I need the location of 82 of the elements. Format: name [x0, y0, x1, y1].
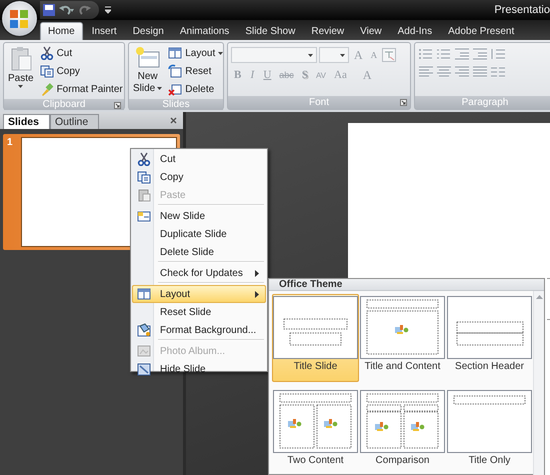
- layout-option[interactable]: Section Header: [446, 294, 533, 382]
- increase-indent-icon[interactable]: [472, 47, 488, 61]
- save-button[interactable]: [43, 4, 55, 16]
- new-slide-button[interactable]: New Slide: [131, 45, 164, 97]
- ribbon-tab[interactable]: Insert: [84, 22, 124, 40]
- submenu-arrow-icon: [255, 290, 259, 298]
- undo-button[interactable]: [59, 4, 75, 16]
- align-right-icon[interactable]: [454, 65, 470, 79]
- group-label: Font: [308, 97, 330, 108]
- scroll-up-icon[interactable]: [536, 295, 542, 299]
- copy-icon: [40, 64, 54, 78]
- menu-item[interactable]: Check for Updates: [132, 264, 266, 282]
- layout-option[interactable]: Title Slide: [272, 294, 359, 382]
- pane-tab[interactable]: Slides: [3, 114, 50, 129]
- ribbon-command[interactable]: Layout: [166, 45, 226, 61]
- columns-icon[interactable]: [490, 65, 506, 79]
- paste-button[interactable]: Paste: [6, 45, 36, 97]
- ribbon-command[interactable]: Reset: [166, 63, 226, 79]
- redo-button[interactable]: [79, 4, 91, 16]
- layout-option[interactable]: Title and Content: [359, 294, 446, 382]
- menu-item[interactable]: Format Background...: [132, 321, 266, 339]
- line-spacing-icon[interactable]: [490, 47, 506, 61]
- group-label: Slides: [161, 99, 191, 110]
- align-left-icon[interactable]: [418, 65, 434, 79]
- ribbon-tab[interactable]: Adobe Present: [441, 22, 522, 40]
- dialog-launcher-icon[interactable]: [114, 102, 121, 109]
- dropdown-icon: [340, 54, 345, 56]
- clipboard-icon: [8, 46, 33, 72]
- ribbon-tab[interactable]: Slide Show: [238, 22, 302, 40]
- ribbon-tab[interactable]: Animations: [172, 22, 236, 40]
- ribbon-command[interactable]: Format Painter: [38, 81, 125, 97]
- redo-icon: [79, 4, 91, 16]
- layout-option[interactable]: Comparison: [359, 388, 446, 475]
- pane-tab[interactable]: Outline: [50, 114, 100, 129]
- caret-icon: [218, 52, 224, 54]
- layout-icon: [168, 46, 182, 60]
- new-slide-icon: [134, 46, 161, 70]
- brush-icon: [40, 82, 54, 96]
- close-icon[interactable]: [170, 117, 177, 124]
- ribbon-tab[interactable]: Design: [126, 22, 171, 40]
- scrollbar[interactable]: [533, 291, 544, 475]
- photo-album-icon: [137, 344, 151, 358]
- ribbon-tab[interactable]: Review: [304, 22, 352, 40]
- customize-menu-button[interactable]: [105, 6, 111, 14]
- window-title: Presentatio: [494, 4, 550, 16]
- office-button[interactable]: [2, 1, 37, 36]
- menu-item[interactable]: Hide Slide: [132, 360, 266, 378]
- group-label: Paragraph: [460, 97, 510, 108]
- caret-icon: [18, 85, 24, 88]
- submenu-arrow-icon: [255, 270, 259, 276]
- menu-item[interactable]: Reset Slide: [132, 303, 266, 321]
- numbering-icon[interactable]: [436, 47, 452, 61]
- theme-name: Office Theme: [279, 279, 342, 290]
- scissors-icon: [40, 46, 54, 60]
- office-logo-icon: [9, 8, 29, 28]
- caret-icon: [157, 87, 162, 90]
- ribbon-tab[interactable]: View: [353, 22, 389, 40]
- reset-icon: [168, 64, 182, 78]
- decrease-indent-icon[interactable]: [454, 47, 470, 61]
- layout-option[interactable]: Two Content: [272, 388, 359, 475]
- dropdown-icon: [105, 6, 111, 14]
- dropdown-icon: [308, 54, 313, 56]
- menu-item[interactable]: Layout: [132, 285, 266, 303]
- ribbon-command[interactable]: Copy: [38, 63, 125, 79]
- center-icon[interactable]: [436, 65, 452, 79]
- layout-option[interactable]: Title Only: [446, 388, 533, 475]
- group-label: Clipboard: [42, 99, 86, 110]
- copy-icon: [137, 170, 151, 184]
- scissors-icon: [137, 152, 151, 166]
- ribbon-tab[interactable]: Home: [40, 22, 83, 40]
- bullets-icon[interactable]: [418, 47, 434, 61]
- ribbon-command[interactable]: Cut: [38, 45, 125, 61]
- justify-icon[interactable]: [472, 65, 488, 79]
- ribbon-command[interactable]: Delete: [166, 81, 226, 97]
- new-slide-icon: [137, 209, 151, 223]
- delete-icon: [168, 82, 182, 96]
- paint-bucket-icon: [137, 323, 151, 337]
- undo-icon: [59, 4, 75, 16]
- layout-icon: [137, 287, 151, 301]
- ribbon-tab[interactable]: Add-Ins: [390, 22, 440, 40]
- clipboard-icon: [137, 188, 151, 202]
- slide-number: 1: [7, 137, 14, 150]
